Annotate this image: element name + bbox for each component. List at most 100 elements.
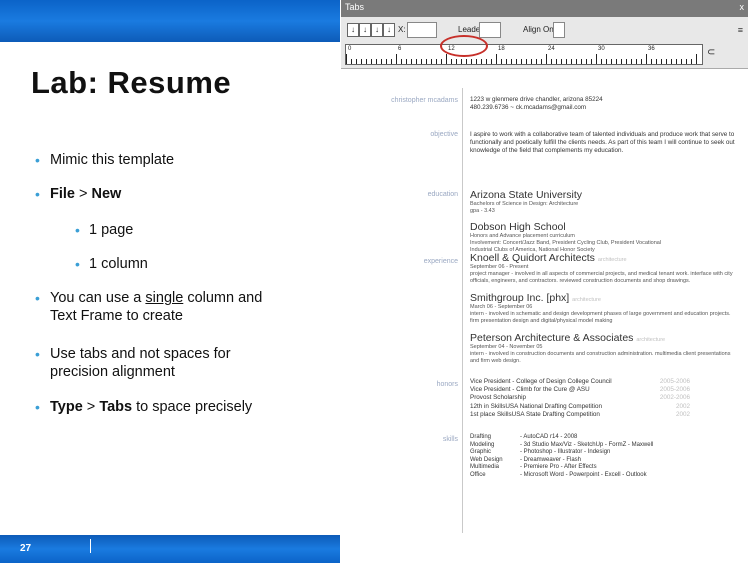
ruler-tick: [356, 59, 357, 64]
header-band: [0, 0, 340, 44]
ruler-tick: [666, 59, 667, 64]
ruler-tick: [536, 59, 537, 64]
job-firm: Peterson Architecture & Associates: [470, 332, 634, 344]
ruler-tick: [576, 59, 577, 64]
screenshot-panel: Tabs x ↓ ↓ ↓ ↓ X: Leader: Align On: ≡ 0 …: [341, 0, 748, 563]
decimal-tab-button[interactable]: ↓: [383, 23, 395, 37]
job-firm: Knoell & Quidort Architects: [470, 252, 595, 264]
edu-title: Arizona State University: [470, 189, 583, 201]
ruler-tick: [411, 59, 412, 64]
ruler-tick: [556, 59, 557, 64]
highlight-circle: [440, 35, 488, 57]
ruler-tick: [466, 59, 467, 64]
ruler-tick: [416, 59, 417, 64]
tabs-controls: ↓ ↓ ↓ ↓ X: Leader: Align On: ≡: [341, 20, 748, 40]
ruler-tick: [626, 59, 627, 64]
ruler-tick: [611, 59, 612, 64]
bullet-item: You can use a single column and Text Fra…: [35, 289, 340, 325]
leader-input[interactable]: [479, 22, 501, 38]
skill-category: Drafting: [470, 434, 492, 440]
skill-category: Graphic: [470, 449, 492, 455]
ruler-tick: [506, 59, 507, 64]
tabs-titlebar[interactable]: Tabs x: [341, 0, 748, 17]
honor-text: 12th in SkillsUSA National Drafting Comp…: [470, 402, 602, 410]
x-input[interactable]: [407, 22, 437, 38]
bullet-item: Type > Tabs to space precisely: [35, 398, 340, 416]
slide-title: Lab: Resume: [31, 65, 232, 100]
job-type: architecture: [636, 337, 666, 343]
ruler-tick: [646, 54, 647, 64]
ruler-tick: [661, 59, 662, 64]
footer-divider: [90, 539, 91, 553]
center-tab-button[interactable]: ↓: [359, 23, 371, 37]
tabs-title: Tabs: [345, 2, 365, 12]
address-line: 1223 w glenmere drive chandler, arizona …: [470, 96, 603, 103]
close-icon[interactable]: x: [740, 2, 745, 12]
ruler-tick: [601, 59, 602, 64]
ruler-tick: [456, 59, 457, 64]
honor-row: Vice President - Climb for the Cure @ AS…: [470, 386, 690, 394]
skills-table: Drafting - AutoCAD r14 - 2008 Modeling - 3…: [470, 434, 740, 479]
ruler-tick: [391, 59, 392, 64]
ruler-tick: [376, 59, 377, 64]
ruler-tick: [366, 59, 367, 64]
slide-panel: Lab: Resume Mimic this template File > N…: [0, 0, 340, 563]
magnet-icon[interactable]: ⊂: [707, 47, 715, 58]
job-desc: intern - involved in schematic and desig…: [470, 311, 731, 324]
ruler-tick: [691, 59, 692, 64]
honors-block: Vice President - College of Design Colle…: [470, 378, 690, 419]
ruler-tick: [561, 59, 562, 64]
ruler-tick: [606, 59, 607, 64]
ruler-tick: [386, 59, 387, 64]
tab-ruler[interactable]: 0 6 12 18 24 30 36: [345, 44, 703, 65]
skill-category: Web Design: [470, 456, 503, 463]
job-desc: project manager - involved in all aspect…: [470, 271, 733, 284]
ruler-tick: [651, 59, 652, 64]
job-firm: Smithgroup Inc. [phx]: [470, 292, 570, 304]
ruler-number: 30: [598, 46, 605, 52]
education-label: education: [427, 191, 458, 198]
ruler-tick: [621, 59, 622, 64]
ruler-tick: [571, 59, 572, 64]
ruler-tick: [471, 59, 472, 64]
ruler-tick: [566, 59, 567, 64]
ruler-tick: [531, 59, 532, 64]
ruler-tick: [361, 59, 362, 64]
name-label: christopher mcadams: [391, 97, 458, 104]
ruler-number: 36: [648, 46, 655, 52]
ruler-tick: [656, 59, 657, 64]
education-block: Arizona State University Bachelors of Sc…: [470, 189, 740, 254]
skill-category: Multimedia: [470, 464, 500, 470]
ruler-tick: [516, 59, 517, 64]
ruler-tick: [351, 59, 352, 64]
bullet-item: Use tabs and not spaces forprecision ali…: [35, 345, 310, 381]
skill-value: - Photoshop - Illustrator - Indesign: [520, 449, 611, 455]
right-tab-button[interactable]: ↓: [371, 23, 383, 37]
align-on-input[interactable]: [553, 22, 565, 38]
ruler-tick: [681, 59, 682, 64]
ruler-number: 6: [398, 46, 402, 52]
bullet-item: File > New: [35, 185, 121, 203]
panel-menu-icon[interactable]: ≡: [738, 25, 743, 35]
ruler-tick: [511, 59, 512, 64]
skill-value: - AutoCAD r14 - 2008: [520, 434, 578, 440]
edu-detail: Involvement: Concert/Jazz Band, Presiden…: [470, 240, 662, 246]
ruler-tick: [496, 54, 497, 64]
ruler-tick: [491, 59, 492, 64]
honor-text: 1st place SkillsUSA State Drafting Compe…: [470, 410, 600, 418]
ruler-tick: [526, 59, 527, 64]
left-tab-button[interactable]: ↓: [347, 23, 359, 37]
objective-label: objective: [430, 131, 458, 138]
honor-row: Vice President - College of Design Colle…: [470, 378, 690, 386]
ruler-tick: [686, 59, 687, 64]
contact-line: 480.239.6736 ~ ck.mcadams@gmail.com: [470, 104, 587, 112]
honors-label: honors: [436, 381, 458, 388]
honor-year: 2005-2006: [659, 386, 690, 394]
edu-detail: gpa - 3.43: [470, 208, 495, 214]
ruler-number: 0: [348, 46, 352, 52]
skills-label: skills: [442, 436, 458, 443]
ruler-tick: [346, 54, 347, 64]
ruler-tick: [476, 59, 477, 64]
honor-year: 2002-2006: [659, 394, 690, 402]
job-date: September 06 - Present: [470, 264, 529, 270]
